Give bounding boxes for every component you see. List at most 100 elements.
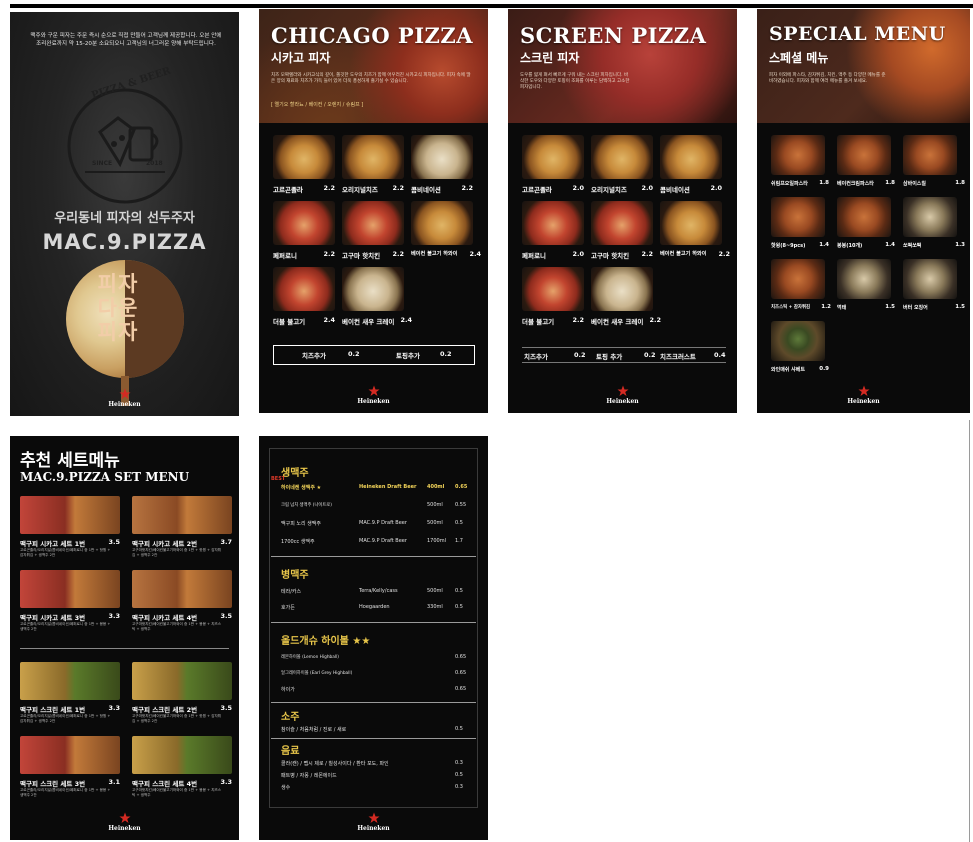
drink-price: 0.55 (455, 502, 467, 508)
drink-row: 테라/카스 Terra/Kelly/cass 500ml 0.5 (281, 588, 471, 598)
item-price: 2.2 (461, 184, 473, 192)
item-name: 쏘떡쏘떡 (903, 243, 922, 249)
menu-item: 베이컨 불고기 하와이 2.4 (411, 201, 481, 258)
menu-item: 쏘떡쏘떡 1.3 (903, 197, 967, 249)
item-price: 1.2 (821, 304, 831, 310)
item-name: 고르곤졸라 (522, 186, 552, 194)
drink-name: 호가든 (281, 605, 295, 611)
pizza-photo (522, 267, 584, 311)
drink-name: 참이슬 / 처음처럼 / 진로 / 새로 (281, 727, 347, 733)
heineken-wordmark: Heineken (606, 398, 639, 405)
set-price: 3.3 (108, 704, 120, 712)
drink-name: 하이가 (281, 687, 295, 693)
drink-type: Heineken Draft Beer (359, 484, 417, 490)
menu-item: 고구마 핫치킨 2.2 (342, 201, 406, 260)
set-item: 맥구피 시카고 세트 4번 3.5 고구마핫치킨/베이컨불고기하와이 중 1판 + … (132, 570, 232, 631)
menu-item: 쉬림프오일파스타 1.8 (771, 135, 835, 187)
menu-item: 고구마 핫치킨 2.2 (591, 201, 655, 260)
item-price: 1.4 (885, 242, 895, 248)
pizza-photo (660, 135, 722, 179)
set-name: 맥구피 시카고 세트 4번 (132, 614, 198, 622)
red-star-icon (858, 385, 869, 396)
set-item: 맥구피 스크린 세트 2번 3.5 고구마핫치킨/베이컨불고기하와이 중 1판 + … (132, 662, 232, 723)
drink-section-title: 올드개슈 하이볼 ★★ (281, 636, 371, 647)
drink-name: 테라/카스 (281, 589, 302, 595)
menu-item: 베이컨크림파스타 1.8 (837, 135, 901, 187)
dish-photo (837, 259, 891, 299)
item-price: 2.0 (572, 250, 584, 258)
section-divider (271, 738, 476, 739)
drink-type: MAC.9.P Draft Beer (359, 520, 407, 526)
drink-name: 얼그레이하이볼 (Earl Grey Highball) (281, 671, 353, 676)
drink-volume: 500ml (427, 588, 443, 594)
item-name: 고구마 핫치킨 (591, 252, 630, 260)
menu-item: 콤비네이션 2.0 (660, 135, 724, 194)
menu-item: 오리지널치즈 2.0 (591, 135, 655, 194)
drink-volume: 330ml (427, 604, 443, 610)
item-name: 페퍼로니 (522, 252, 546, 260)
drink-price: 0.65 (455, 484, 468, 490)
set-photo (132, 496, 232, 534)
pizza-photo (342, 201, 404, 245)
menu-item: 와인매쉬 샤베트 0.9 (771, 321, 835, 373)
pizza-photo (273, 135, 335, 179)
cover-vertical-text: 피자 다운 피자 (97, 272, 139, 344)
heineken-logo: Heineken (95, 812, 155, 832)
item-price: 2.0 (710, 184, 722, 192)
set-photo (20, 570, 120, 608)
set-price: 3.5 (108, 538, 120, 546)
set-menu-subtitle: MAC.9.PIZZA SET MENU (20, 470, 190, 484)
drink-volume: 500ml (427, 520, 443, 526)
pizza-photo (342, 267, 404, 311)
item-price: 2.2 (649, 316, 661, 324)
drinks-panel: BEST 생맥주 하이네켄 생맥주 ★ Heineken Draft Beer 40… (259, 436, 488, 840)
drink-row: 호가든 Hoegaarden 330ml 0.5 (281, 604, 471, 614)
set-divider (20, 648, 229, 649)
item-name: 버터 오징어 (903, 305, 928, 311)
menu-item: 먹태 1.5 (837, 259, 901, 311)
set-photo (20, 662, 120, 700)
section-divider (271, 702, 476, 703)
menu-item: 더블 불고기 2.2 (522, 267, 586, 326)
item-name: 베이컨 새우 크레이 (591, 318, 644, 326)
item-name: 고르곤졸라 (273, 186, 303, 194)
chicago-description: 치즈 모짜렐라와 시카고식의 깊이, 쫄깃한 도우의 치즈가 함께 어우러진 시… (271, 73, 471, 84)
item-price: 2.2 (392, 250, 404, 258)
drink-row: 참이슬 / 처음처럼 / 진로 / 새로 0.5 (281, 726, 471, 736)
heineken-wordmark: Heineken (108, 825, 141, 832)
item-price: 1.3 (955, 242, 965, 248)
drink-volume: 1700ml (427, 538, 446, 544)
drink-row: 패트병 / 자몽 / 레몬에이드 0.5 (281, 772, 471, 782)
set-name: 맥구피 시카고 세트 3번 (20, 614, 86, 622)
set-price: 3.5 (220, 612, 232, 620)
top-rule (10, 4, 973, 8)
special-subtitle: 스페셜 메뉴 (769, 51, 829, 65)
drink-section-title: 음료 (281, 746, 300, 757)
set-description: 고르곤졸라/오리지널/콤비네이션/페퍼로니 중 1판 + 핫윙 + 감자튀김 +… (20, 548, 111, 557)
set-price: 3.7 (220, 538, 232, 546)
menu-item: 버터 오징어 1.5 (903, 259, 967, 311)
set-price: 3.3 (220, 778, 232, 786)
chicago-pizza-panel: CHICAGO PIZZA 시카고 피자 치즈 모짜렐라와 시카고식의 깊이, … (259, 9, 488, 413)
heineken-logo: Heineken (834, 385, 894, 405)
dish-photo (771, 321, 825, 361)
item-name: 삼바이스칠 (903, 181, 927, 187)
drink-name: 패트병 / 자몽 / 레몬에이드 (281, 773, 337, 779)
red-star-icon (368, 812, 379, 823)
drink-row: 콜라(캔) / 펩시 제로 / 칠성사이다 / 환타 포도, 파인 0.3 (281, 760, 471, 770)
dish-photo (771, 197, 825, 237)
drink-type: MAC.9.P Draft Beer (359, 538, 407, 544)
item-price: 1.5 (885, 304, 895, 310)
menu-item: 핫윙(8~9pcs) 1.4 (771, 197, 835, 249)
menu-item: 봉봉(10개) 1.4 (837, 197, 901, 249)
addon-price: 0.2 (574, 351, 586, 359)
drink-row: 얼그레이하이볼 (Earl Grey Highball) 0.65 (281, 670, 471, 680)
set-name: 맥구피 스크린 세트 3번 (20, 780, 86, 788)
heineken-logo: Heineken (344, 812, 404, 832)
screen-description: 도우를 얇게 펴서 빠르게 구워 내는 스크린 피자입니다. 바삭한 도우와 다… (520, 73, 630, 90)
red-star-icon (119, 812, 130, 823)
page-edge-line (969, 420, 970, 842)
set-menu-panel: 추천 세트메뉴 MAC.9.PIZZA SET MENU 맥구피 시카고 세트 … (10, 436, 239, 840)
drink-section-title: 병맥주 (281, 570, 309, 581)
drink-name: 1700cc 생맥주 (281, 539, 315, 545)
